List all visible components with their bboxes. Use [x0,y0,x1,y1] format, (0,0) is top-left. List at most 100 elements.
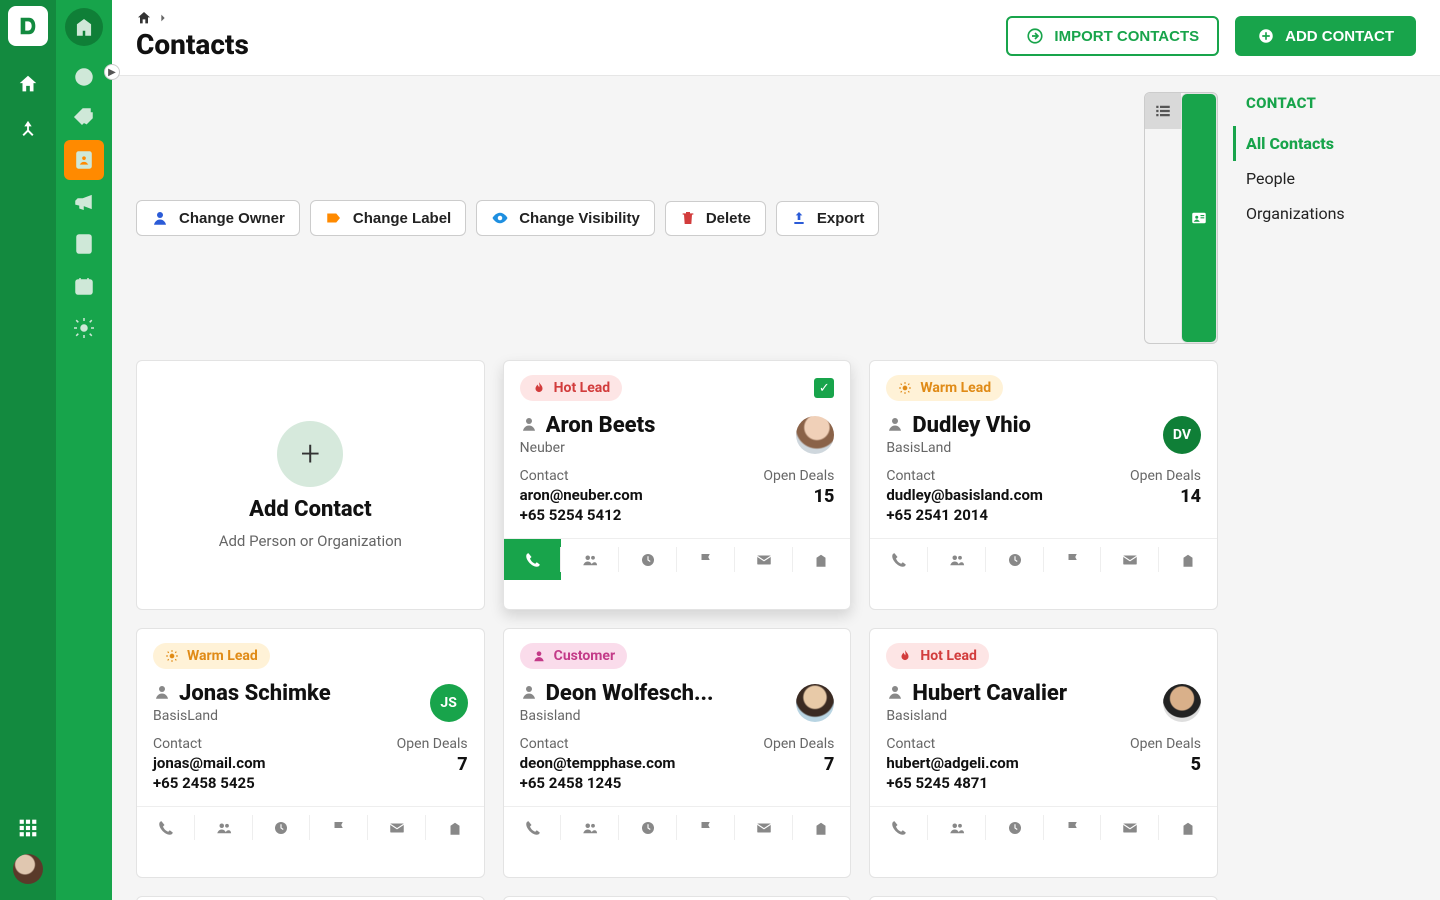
card-action-phone[interactable] [870,539,928,580]
card-action-flag[interactable] [677,539,735,580]
building-icon [1179,551,1197,569]
nav-tags[interactable] [64,98,104,138]
open-deals-count: 15 [763,486,834,507]
card-action-mail[interactable] [1101,539,1159,580]
card-action-building[interactable] [793,807,851,848]
bulk-toolbar: Change Owner Change Label Change Visibil… [136,92,1218,344]
phone-icon [890,551,908,569]
contact-email: jonas@mail.com [153,754,266,772]
card-action-flag[interactable] [1044,807,1102,848]
contact-card[interactable]: Hot Lead ✓ Aron Beets Neuber Contact aro… [503,360,852,610]
card-view-button[interactable] [1181,93,1217,343]
add-contact-button[interactable]: ADD CONTACT [1235,16,1416,56]
card-action-people[interactable] [561,807,619,848]
card-action-phone[interactable] [504,807,562,848]
delete-button[interactable]: Delete [665,201,766,236]
card-action-mail[interactable] [1101,807,1159,848]
contact-card[interactable]: Hot Lead Workstation 10 People WO Contac… [869,896,1218,900]
contact-type-icon [886,683,904,705]
contact-type-icon [520,683,538,705]
clock-icon [1006,551,1024,569]
page-header: Contacts IMPORT CONTACTS ADD CONTACT [112,0,1440,76]
lead-chip: Hot Lead [886,643,989,669]
nav-documents[interactable] [64,224,104,264]
card-actions [504,806,851,848]
selected-check-icon[interactable]: ✓ [814,378,834,398]
contact-org: BasisLand [153,708,331,724]
contact-card[interactable]: Customer Doublecon BasisLand Contact dou… [136,896,485,900]
building-icon [812,551,830,569]
card-action-people[interactable] [561,539,619,580]
person-icon [151,209,169,227]
card-action-clock[interactable] [253,807,311,848]
nav-contacts[interactable] [64,140,104,180]
card-action-clock[interactable] [619,807,677,848]
apps-grid-icon[interactable] [12,812,44,844]
card-action-people[interactable] [928,807,986,848]
page-title: Contacts [136,28,249,61]
card-action-people[interactable] [195,807,253,848]
phone-icon [524,551,542,569]
card-action-phone[interactable] [504,539,562,580]
open-deals-label: Open Deals [397,736,468,752]
card-action-clock[interactable] [986,539,1044,580]
open-deals-label: Open Deals [1130,468,1201,484]
nav-calendar[interactable] [64,266,104,306]
card-action-clock[interactable] [986,807,1044,848]
card-action-clock[interactable] [619,539,677,580]
contact-name: Jonas Schimke [179,681,331,706]
workspace-switcher[interactable] [65,8,103,46]
card-action-mail[interactable] [735,539,793,580]
contact-card[interactable]: Customer Deon Wolfesch... Basisland Cont… [503,628,852,878]
mail-icon [1121,819,1139,837]
card-action-building[interactable] [793,539,851,580]
contact-name: Dudley Vhio [912,413,1031,438]
change-label-button[interactable]: Change Label [310,200,466,236]
open-deals-count: 7 [397,754,468,775]
card-action-phone[interactable] [137,807,195,848]
add-card-subtitle: Add Person or Organization [219,532,402,550]
contact-card[interactable]: Warm Lead Dudley Vhio BasisLand DV Conta… [869,360,1218,610]
card-action-flag[interactable] [677,807,735,848]
card-action-building[interactable] [1159,807,1217,848]
card-action-flag[interactable] [1044,539,1102,580]
primary-nav-merge[interactable] [8,110,48,150]
contact-card[interactable]: Warm Lead Jonas Schimke BasisLand JS Con… [136,628,485,878]
mail-icon [755,551,773,569]
card-action-people[interactable] [928,539,986,580]
filter-all-contacts[interactable]: All Contacts [1233,126,1424,161]
list-view-button[interactable] [1145,93,1181,129]
chevron-right-icon [158,13,168,23]
contact-card[interactable]: Warm Lead Lieden 03 People LI Contact li… [503,896,852,900]
contact-org: Basisland [520,708,714,724]
nav-settings[interactable] [64,308,104,348]
change-owner-button[interactable]: Change Owner [136,200,300,236]
filter-organizations[interactable]: Organizations [1246,196,1424,231]
nav-campaigns[interactable] [64,182,104,222]
import-contacts-button[interactable]: IMPORT CONTACTS [1006,16,1219,56]
change-visibility-button[interactable]: Change Visibility [476,200,655,236]
export-icon [791,210,807,226]
card-action-phone[interactable] [870,807,928,848]
contact-avatar: DV [1163,416,1201,454]
add-contact-card[interactable]: + Add Contact Add Person or Organization [136,360,485,610]
card-action-flag[interactable] [310,807,368,848]
collapse-sidebar-icon[interactable]: ▶ [104,64,120,80]
card-action-building[interactable] [426,807,484,848]
view-toggle [1144,92,1218,344]
card-action-mail[interactable] [368,807,426,848]
breadcrumb[interactable] [136,10,249,26]
user-avatar[interactable] [13,854,43,884]
filter-people[interactable]: People [1246,161,1424,196]
nav-dashboard[interactable] [64,56,104,96]
lead-chip: Hot Lead [520,375,623,401]
primary-nav-home[interactable] [8,64,48,104]
export-button[interactable]: Export [776,201,880,236]
plus-circle-icon [1257,27,1275,45]
card-action-building[interactable] [1159,539,1217,580]
card-action-mail[interactable] [735,807,793,848]
open-deals-count: 7 [763,754,834,775]
contact-type-icon [520,415,538,437]
people-icon [581,551,599,569]
contact-card[interactable]: Hot Lead Hubert Cavalier Basisland Conta… [869,628,1218,878]
